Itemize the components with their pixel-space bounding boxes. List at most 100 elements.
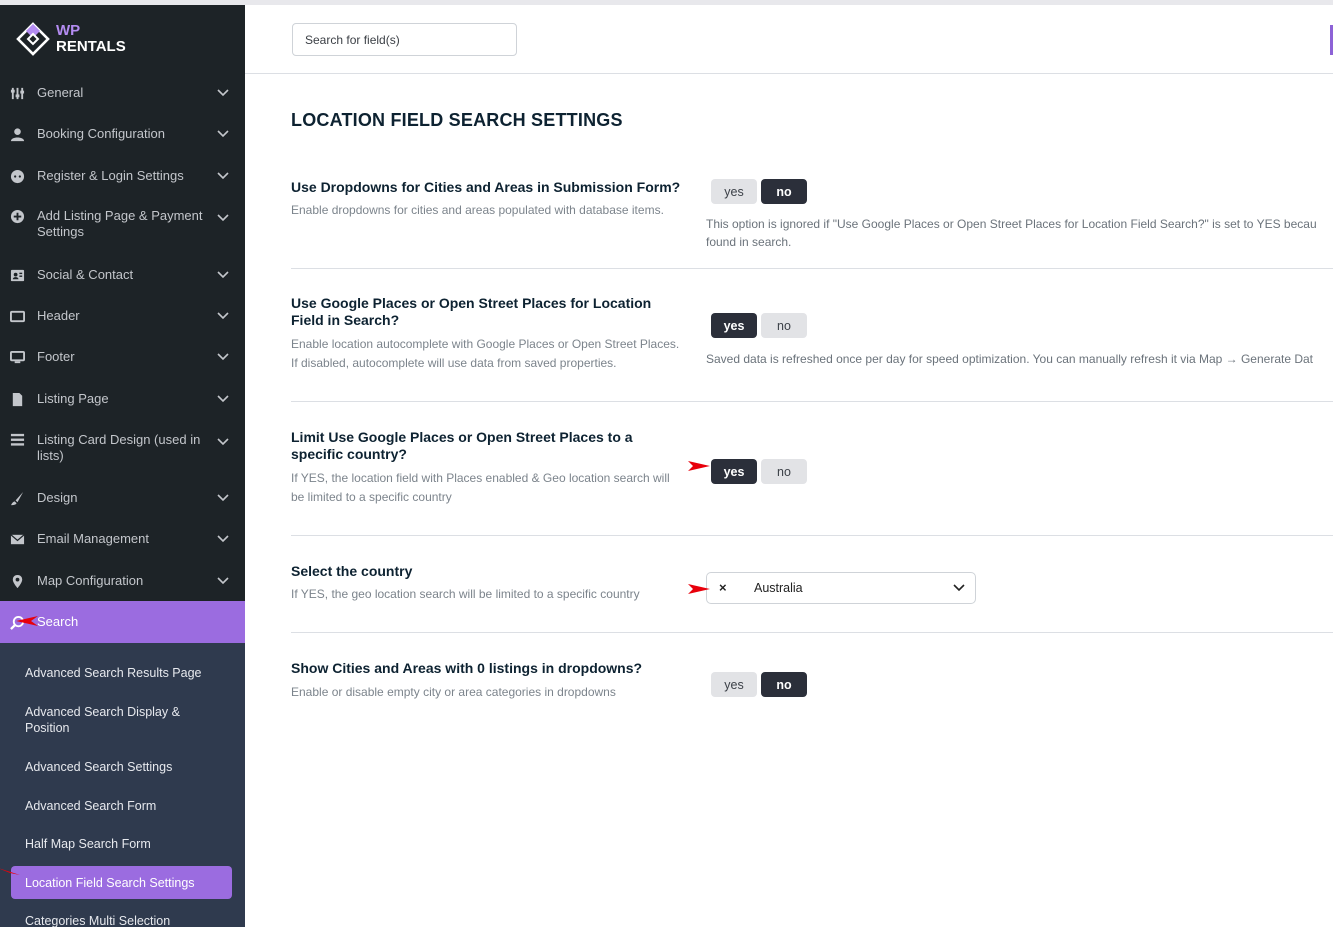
no-option[interactable]: no [761,313,807,338]
sidebar-item-email-management[interactable]: Email Management [0,527,245,551]
sidebar-item-label: Register & Login Settings [37,168,184,183]
sidebar-item-label: Footer [37,349,75,364]
subitem-categories-multi-selection[interactable]: Categories Multi Selection [25,913,225,927]
logo-text: WP RENTALS [56,23,126,55]
setting-use-google-places: Use Google Places or Open Street Places … [291,295,1333,395]
divider [291,401,1333,402]
country-select[interactable]: × Australia [706,572,976,604]
chevron-down-icon [217,89,229,97]
brand-line2: RENTALS [56,38,126,55]
yes-no-toggle: yes no [711,459,807,484]
sidebar-item-label: Add Listing Page & Payment Settings [37,208,203,239]
no-option[interactable]: no [761,179,807,204]
desktop-icon [10,350,25,363]
setting-note: This option is ignored if "Use Google Pl… [706,217,1317,249]
subitem-half-map-search-form[interactable]: Half Map Search Form [25,836,225,852]
sidebar-item-label: Design [37,490,78,505]
chevron-down-icon [217,395,229,403]
yes-option[interactable]: yes [711,179,757,204]
sidebar-item-label: Search [37,614,79,629]
sidebar-item-register-login[interactable]: Register & Login Settings [0,164,245,188]
map-pin-icon [12,574,23,588]
chevron-down-icon [217,130,229,138]
sidebar-item-listing-page[interactable]: Listing Page [0,387,245,411]
sidebar-item-design[interactable]: Design [0,486,245,510]
sidebar-item-label: Social & Contact [37,267,134,282]
sidebar-item-map-configuration[interactable]: Map Configuration [0,569,245,593]
chevron-down-icon [217,214,229,222]
sidebar-item-booking-configuration[interactable]: Booking Configuration [0,122,245,146]
annotation-arrow [16,616,38,626]
chevron-down-icon [217,577,229,585]
annotation-arrow [0,868,20,875]
chevron-down-icon [217,494,229,502]
subitem-location-field-search-settings[interactable]: Location Field Search Settings [11,866,232,899]
sidebar-item-footer[interactable]: Footer [0,345,245,369]
chevron-down-icon [217,172,229,180]
divider [291,632,1333,633]
yes-option[interactable]: yes [711,672,757,697]
brush-icon [10,491,24,505]
sidebar-item-listing-card-design[interactable]: Listing Card Design (used in lists) [0,431,245,465]
yes-no-toggle: yes no [711,313,807,338]
logo-diamond-icon [16,22,50,56]
setting-description: Enable location autocomplete with Google… [291,337,680,370]
setting-limit-country: Limit Use Google Places or Open Street P… [291,429,1333,529]
contact-card-icon [10,269,25,281]
clear-selection-icon[interactable]: × [719,580,727,595]
subitem-advanced-search-display-position[interactable]: Advanced Search Display & Position [25,704,225,736]
chevron-down-icon [217,312,229,320]
sidebar-item-add-listing-payment[interactable]: Add Listing Page & Payment Settings [0,207,245,241]
search-submenu: Advanced Search Results Page Advanced Se… [0,643,245,927]
subitem-advanced-search-form[interactable]: Advanced Search Form [25,798,225,814]
list-icon [10,433,25,446]
no-option[interactable]: no [761,459,807,484]
setting-description: If YES, the geo location search will be … [291,587,640,601]
logo[interactable]: WP RENTALS [16,19,126,59]
setting-label: Use Google Places or Open Street Places … [291,295,652,328]
setting-show-empty-cities: Show Cities and Areas with 0 listings in… [291,660,1333,710]
sidebar-item-label: Header [37,308,80,323]
yes-option[interactable]: yes [711,459,757,484]
sidebar-item-general[interactable]: General [0,81,245,105]
brand-line1: WP [56,22,81,39]
sliders-icon [10,87,25,99]
sidebar-item-label: Email Management [37,531,149,546]
envelope-icon [10,533,25,544]
divider [291,268,1333,269]
sidebar-item-label: Map Configuration [37,573,144,588]
sidebar-item-label: Listing Page [37,391,109,406]
yes-option[interactable]: yes [711,313,757,338]
annotation-arrow [688,584,710,594]
chevron-down-icon [217,271,229,279]
sidebar-item-label: General [37,85,84,100]
field-search-input[interactable] [292,23,517,56]
annotation-arrow [688,461,710,471]
chevron-down-icon [953,584,965,592]
setting-select-country: Select the country If YES, the geo locat… [291,535,1333,632]
no-option[interactable]: no [761,672,807,697]
sidebar-item-label: Booking Configuration [37,126,165,141]
subitem-advanced-search-settings[interactable]: Advanced Search Settings [25,759,225,775]
chevron-down-icon [217,438,229,446]
user-icon [10,127,25,141]
top-bar [245,5,1333,74]
login-icon [10,169,25,183]
setting-use-dropdowns: Use Dropdowns for Cities and Areas in Su… [291,179,1333,269]
sidebar-item-header[interactable]: Header [0,304,245,328]
setting-label: Limit Use Google Places or Open Street P… [291,429,633,462]
setting-note: Saved data is refreshed once per day for… [706,352,1314,366]
setting-description: If YES, the location field with Places e… [291,471,670,504]
sidebar-item-label: Listing Card Design (used in lists) [37,432,201,463]
chevron-down-icon [217,353,229,361]
subitem-advanced-search-results-page[interactable]: Advanced Search Results Page [25,665,225,681]
setting-description: Enable dropdowns for cities and areas po… [291,203,664,217]
document-icon [12,392,23,406]
setting-label: Show Cities and Areas with 0 listings in… [291,660,643,676]
setting-description: Enable or disable empty city or area cat… [291,685,616,699]
sidebar-item-social-contact[interactable]: Social & Contact [0,263,245,287]
country-select-value: Australia [754,581,803,595]
setting-label: Use Dropdowns for Cities and Areas in Su… [291,179,681,195]
page-title: LOCATION FIELD SEARCH SETTINGS [291,110,623,130]
monitor-icon [10,310,25,322]
